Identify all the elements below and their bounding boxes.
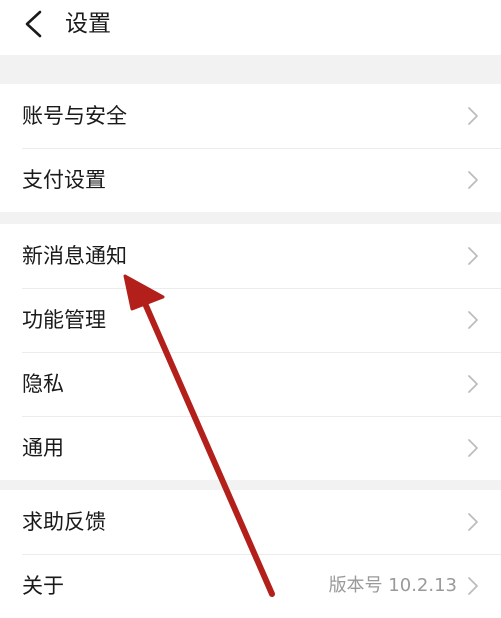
chevron-right-icon [468, 107, 478, 125]
row-label: 新消息通知 [22, 244, 127, 268]
chevron-right-icon [468, 171, 478, 189]
settings-group-general: 新消息通知 功能管理 隐私 通用 [0, 224, 501, 480]
chevron-right-icon [468, 311, 478, 329]
row-label: 关于 [22, 574, 64, 598]
settings-row-notifications[interactable]: 新消息通知 [0, 224, 501, 288]
row-label: 功能管理 [22, 308, 106, 332]
settings-group-account: 账号与安全 支付设置 [0, 84, 501, 212]
row-label: 支付设置 [22, 168, 106, 192]
chevron-right-icon [468, 513, 478, 531]
page-title: 设置 [65, 11, 111, 37]
chevron-right-icon [468, 577, 478, 595]
chevron-right-icon [468, 439, 478, 457]
back-icon[interactable] [20, 9, 46, 39]
row-label: 通用 [22, 436, 64, 460]
chevron-right-icon [468, 247, 478, 265]
top-bar: 设置 [0, 0, 501, 55]
row-label: 求助反馈 [22, 510, 106, 534]
settings-row-account-security[interactable]: 账号与安全 [0, 84, 501, 148]
version-value: 版本号 10.2.13 [328, 575, 457, 596]
settings-group-support: 求助反馈 关于 版本号 10.2.13 [0, 490, 501, 618]
settings-row-features[interactable]: 功能管理 [0, 288, 501, 352]
settings-row-privacy[interactable]: 隐私 [0, 352, 501, 416]
settings-row-payment[interactable]: 支付设置 [0, 148, 501, 212]
chevron-right-icon [468, 375, 478, 393]
settings-row-general[interactable]: 通用 [0, 416, 501, 480]
settings-row-help-feedback[interactable]: 求助反馈 [0, 490, 501, 554]
row-label: 账号与安全 [22, 104, 127, 128]
settings-row-about[interactable]: 关于 版本号 10.2.13 [0, 554, 501, 618]
row-label: 隐私 [22, 372, 64, 396]
